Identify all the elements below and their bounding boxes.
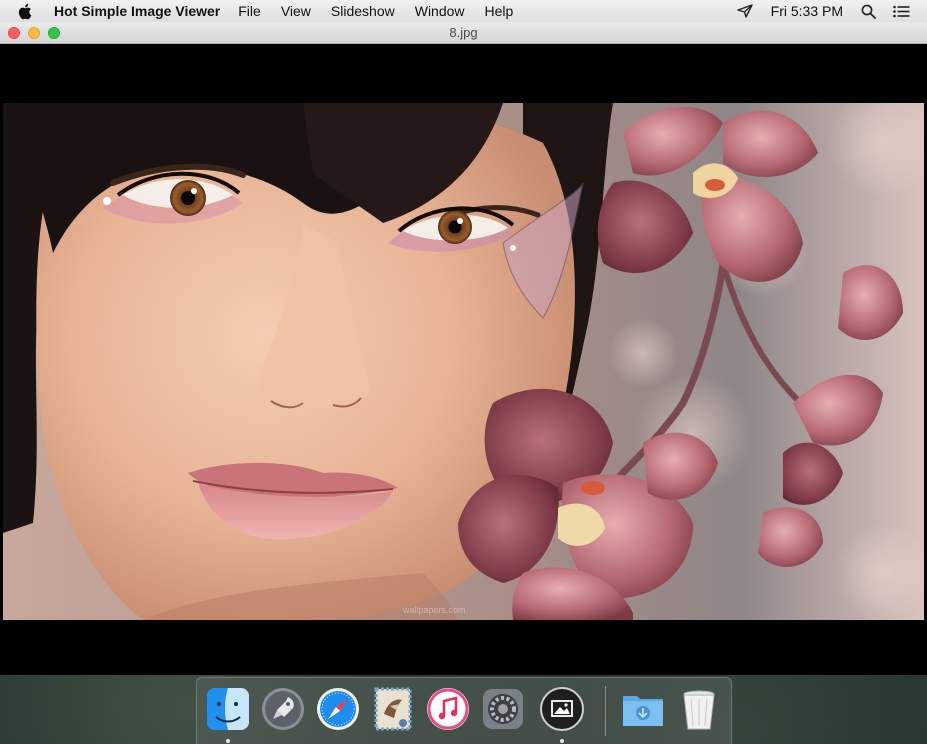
dock [196,677,732,744]
dock-system-preferences-icon[interactable] [480,686,526,732]
menu-file[interactable]: File [238,3,261,19]
apple-icon[interactable] [17,3,37,20]
airplay-icon[interactable] [736,4,754,18]
dock-separator [605,686,606,736]
dock-running-indicator [560,739,564,743]
dock-finder-icon[interactable] [205,686,251,732]
menu-window[interactable]: Window [415,3,465,19]
notification-center-icon[interactable] [893,5,910,18]
menu-slideshow[interactable]: Slideshow [331,3,395,19]
dock-launchpad-icon[interactable] [260,686,306,732]
menu-clock[interactable]: Fri 5:33 PM [771,3,843,19]
menu-app-name[interactable]: Hot Simple Image Viewer [54,3,220,19]
window-title: 8.jpg [449,25,478,40]
dock-trash-icon[interactable] [676,686,722,732]
dock-itunes-icon[interactable] [425,686,471,732]
dock-mail-icon[interactable] [370,686,416,732]
window-titlebar[interactable]: 8.jpg [0,22,927,44]
displayed-image[interactable]: wallpapers.com [3,103,924,620]
spotlight-icon[interactable] [861,4,876,19]
dock-image-viewer-icon[interactable] [539,686,585,732]
dock-running-indicator [226,739,230,743]
dock-downloads-folder-icon[interactable] [620,686,666,732]
menu-view[interactable]: View [281,3,311,19]
dock-safari-icon[interactable] [315,686,361,732]
image-viewer-window: 8.jpg wallpapers.com [0,22,927,675]
menu-bar: Hot Simple Image Viewer File View Slides… [0,0,927,23]
image-watermark: wallpapers.com [402,605,466,615]
menu-help[interactable]: Help [485,3,514,19]
